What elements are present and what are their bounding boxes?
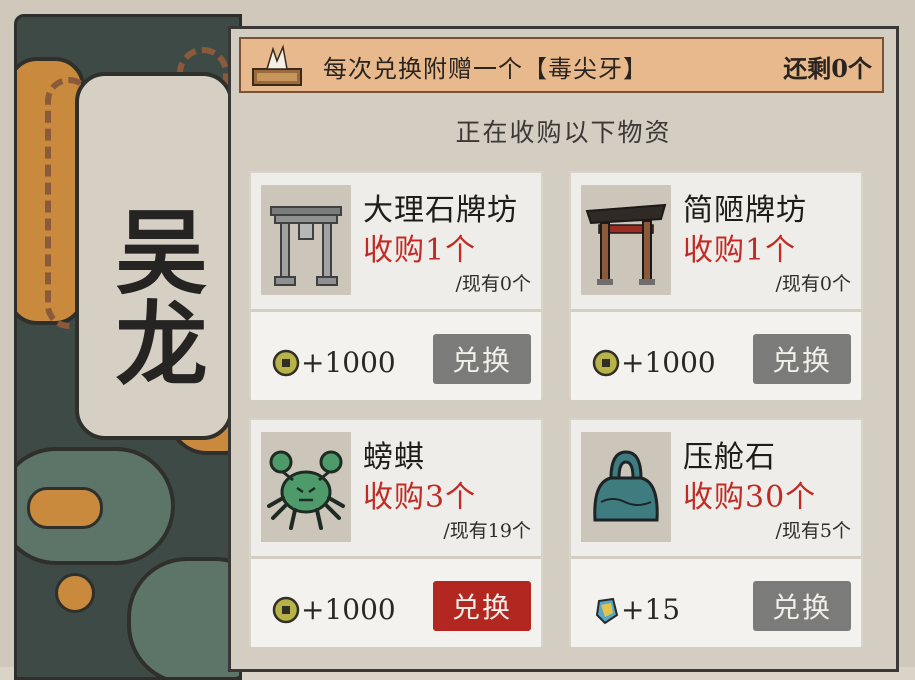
gem-icon bbox=[595, 597, 619, 625]
item-need: 收购30个 bbox=[683, 480, 817, 515]
marble-archway-icon bbox=[261, 185, 351, 295]
exchange-button[interactable]: 兑换 bbox=[433, 581, 531, 631]
item-name: 简陋牌坊 bbox=[683, 193, 807, 228]
exchange-button[interactable]: 兑换 bbox=[433, 334, 531, 384]
item-have: /现有5个 bbox=[775, 520, 852, 542]
decor-cloud bbox=[27, 487, 103, 529]
reward-amount: +1000 bbox=[621, 346, 716, 379]
item-need: 收购1个 bbox=[683, 233, 797, 268]
exchange-button[interactable]: 兑换 bbox=[753, 581, 851, 631]
item-need: 收购1个 bbox=[363, 233, 477, 268]
exchange-button[interactable]: 兑换 bbox=[753, 334, 851, 384]
reward-amount: +15 bbox=[621, 593, 681, 626]
bonus-text: 每次兑换附赠一个【毒尖牙】 bbox=[323, 55, 648, 83]
bonus-banner: 每次兑换附赠一个【毒尖牙】 还剩0个 bbox=[239, 37, 884, 93]
gift-box-icon bbox=[252, 44, 302, 86]
simple-archway-icon bbox=[581, 185, 671, 295]
item-card: 螃蜞 收购3个 /现有19个 +1000 兑换 bbox=[251, 420, 541, 647]
item-card: 大理石牌坊 收购1个 /现有0个 +1000 兑换 bbox=[251, 173, 541, 400]
item-have: /现有0个 bbox=[775, 273, 852, 295]
reward-amount: +1000 bbox=[301, 346, 396, 379]
ballast-stone-icon bbox=[581, 432, 671, 542]
remaining-count: 还剩0个 bbox=[783, 54, 872, 83]
merchant-name-scroll: 吴龙 bbox=[75, 72, 233, 440]
copper-coin-icon bbox=[592, 349, 620, 377]
item-need: 收购3个 bbox=[363, 480, 477, 515]
flower-icon bbox=[55, 573, 95, 613]
purchase-panel: 每次兑换附赠一个【毒尖牙】 还剩0个 正在收购以下物资 大理石牌坊 收购1个 /… bbox=[228, 26, 899, 672]
item-card: 压舱石 收购30个 /现有5个 +15 兑换 bbox=[571, 420, 861, 647]
game-window: 吴龙 每次兑换附赠一个【毒尖牙】 还剩0个 正在收购以下物资 大理石牌坊 收购1… bbox=[0, 0, 915, 680]
item-card: 简陋牌坊 收购1个 /现有0个 +1000 兑换 bbox=[571, 173, 861, 400]
item-name: 大理石牌坊 bbox=[363, 193, 518, 228]
item-name: 压舱石 bbox=[683, 440, 776, 475]
crab-icon bbox=[261, 432, 351, 542]
item-have: /现有19个 bbox=[443, 520, 531, 542]
merchant-name: 吴龙 bbox=[100, 204, 208, 388]
item-have: /现有0个 bbox=[455, 273, 532, 295]
item-name: 螃蜞 bbox=[363, 440, 425, 475]
merchant-portrait-panel: 吴龙 bbox=[14, 14, 242, 680]
copper-coin-icon bbox=[272, 596, 300, 624]
panel-subtitle: 正在收购以下物资 bbox=[455, 118, 672, 147]
decor-cloud bbox=[127, 557, 239, 677]
copper-coin-icon bbox=[272, 349, 300, 377]
reward-amount: +1000 bbox=[301, 593, 396, 626]
